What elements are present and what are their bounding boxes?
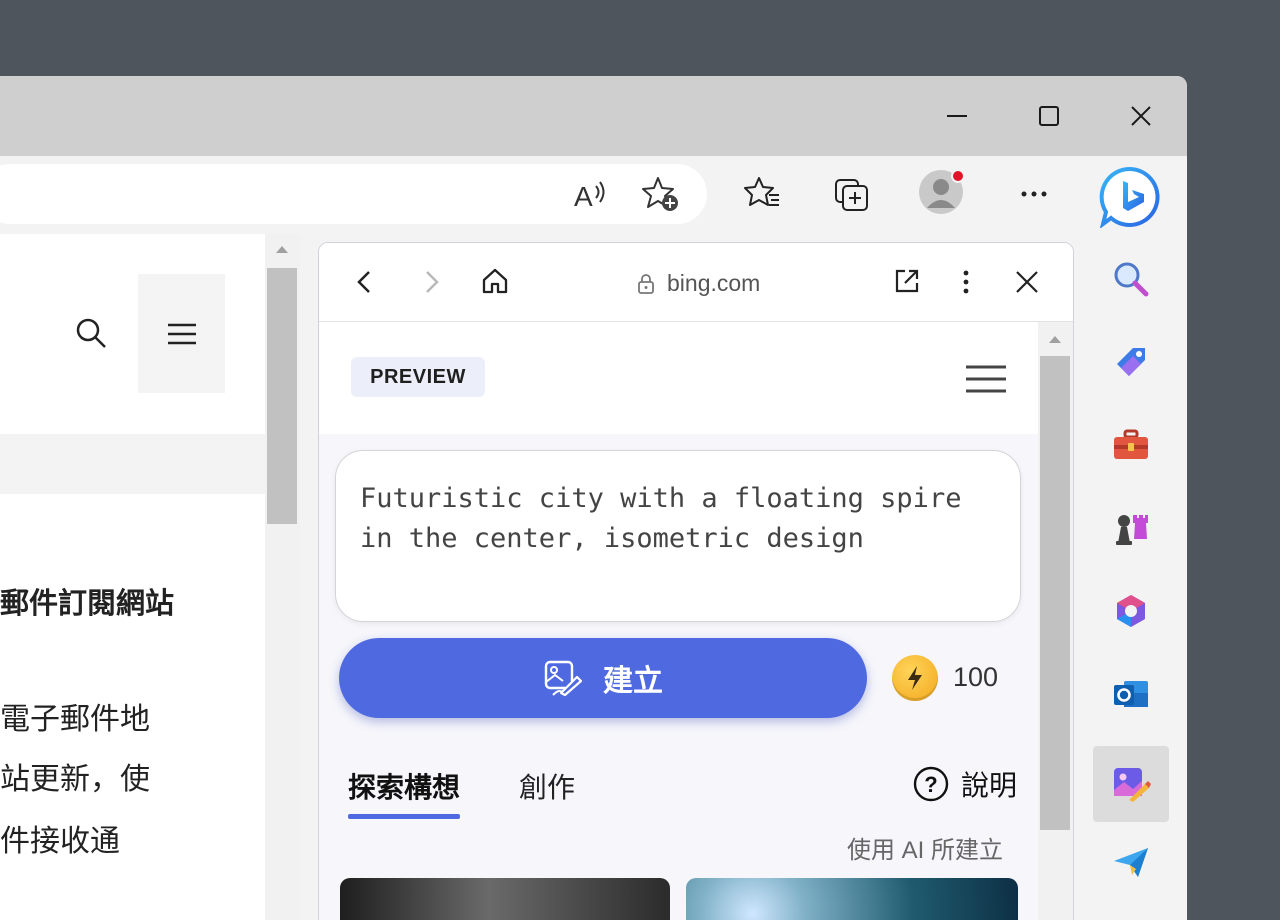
chevron-right-icon — [426, 271, 439, 293]
read-aloud-button[interactable]: A — [568, 172, 612, 216]
favorites-button[interactable] — [741, 172, 785, 216]
tag-icon — [1117, 348, 1145, 376]
collections-button[interactable] — [830, 172, 874, 216]
chevron-left-icon — [357, 271, 370, 293]
panel-url: bing.com — [637, 270, 760, 297]
panel-home-button[interactable] — [480, 266, 510, 301]
boost-coin[interactable] — [892, 655, 938, 701]
svg-text:?: ? — [924, 772, 937, 797]
page-banner-strip — [0, 434, 265, 494]
sidebar-item-image-creator[interactable] — [1093, 746, 1169, 822]
lightning-icon — [908, 666, 922, 690]
close-icon — [1131, 106, 1151, 126]
collections-icon — [835, 179, 868, 211]
home-icon — [482, 268, 508, 294]
more-menu-button[interactable] — [1012, 172, 1056, 216]
profile-button[interactable] — [919, 169, 963, 214]
page-search-button[interactable] — [74, 316, 108, 355]
favorites-icon — [744, 177, 779, 206]
maximize-icon — [1039, 106, 1059, 126]
tab-explore-ideas[interactable]: 探索構想 — [348, 766, 460, 806]
page-text-line: 站更新，使 — [0, 763, 150, 796]
open-in-new-tab-button[interactable] — [893, 267, 921, 300]
sidebar-item-outlook[interactable] — [1108, 671, 1154, 717]
ellipsis-icon — [1021, 191, 1047, 197]
close-window-button[interactable] — [1121, 96, 1161, 136]
panel-url-text: bing.com — [667, 270, 761, 296]
read-aloud-icon: A — [574, 181, 605, 210]
panel-toolbar: bing.com — [319, 243, 1073, 322]
sidebar-item-games[interactable] — [1108, 505, 1154, 551]
chess-icon — [1116, 515, 1148, 545]
web-page: 郵件訂閱網站 電子郵件地 站更新，使 件接收通 — [0, 234, 265, 920]
page-text-line: 件接收通 — [0, 825, 120, 858]
page-text-line: 電子郵件地 — [0, 703, 150, 736]
star-add-icon — [642, 177, 678, 211]
hamburger-icon — [167, 323, 196, 344]
content-header: PREVIEW — [319, 322, 1038, 434]
sidebar-item-drop[interactable] — [1108, 839, 1154, 885]
tab-creations[interactable]: 創作 — [519, 766, 575, 806]
sidebar-panel: bing.com PREVIEW Futuristic city with a … — [318, 242, 1074, 920]
outlook-icon — [1114, 681, 1148, 707]
create-button-label: 建立 — [603, 665, 663, 698]
svg-text:A: A — [574, 181, 593, 210]
panel-close-button[interactable] — [1015, 270, 1039, 299]
scroll-up-arrow-icon[interactable] — [275, 244, 289, 254]
maximize-button[interactable] — [1029, 96, 1069, 136]
sidebar-item-tools[interactable] — [1108, 422, 1154, 468]
vertical-ellipsis-icon — [963, 270, 969, 294]
panel-more-button[interactable] — [962, 269, 970, 300]
image-creator-content: PREVIEW Futuristic city with a floating … — [319, 322, 1038, 920]
add-favorite-button[interactable] — [639, 172, 683, 216]
panel-forward-button[interactable] — [419, 269, 443, 300]
toolbox-icon — [1114, 429, 1148, 459]
sidebar-item-search[interactable] — [1108, 256, 1154, 302]
create-button[interactable]: 建立 — [339, 638, 867, 718]
help-button[interactable]: ? 說明 — [913, 764, 1017, 804]
hamburger-icon — [966, 365, 1006, 393]
gallery-image[interactable] — [340, 878, 670, 920]
title-bar — [0, 76, 1187, 156]
active-tab-indicator — [348, 814, 460, 819]
lock-icon — [638, 273, 654, 294]
panel-scrollbar[interactable] — [1038, 322, 1073, 920]
close-icon — [1016, 271, 1038, 293]
minimize-button[interactable] — [937, 96, 977, 136]
browser-toolbar: A — [0, 156, 1187, 234]
boost-count: 100 — [953, 662, 999, 692]
image-creator-icon — [1114, 768, 1151, 802]
image-create-icon — [544, 660, 583, 697]
panel-back-button[interactable] — [353, 269, 377, 300]
page-menu-button[interactable] — [138, 274, 225, 393]
help-label: 說明 — [961, 770, 1018, 801]
open-external-icon — [895, 269, 919, 293]
copilot-button[interactable] — [1099, 166, 1161, 228]
page-scroll-thumb[interactable] — [267, 268, 297, 524]
content-menu-button[interactable] — [965, 364, 1007, 401]
sidebar-item-office[interactable] — [1108, 588, 1154, 634]
avatar-icon — [919, 169, 963, 214]
help-icon: ? — [913, 766, 949, 802]
page-scrollbar[interactable] — [265, 234, 300, 920]
page-heading: 郵件訂閱網站 — [0, 588, 175, 620]
prompt-input[interactable]: Futuristic city with a floating spire in… — [335, 450, 1021, 622]
scroll-up-arrow-icon[interactable] — [1048, 334, 1062, 344]
office-icon — [1117, 595, 1145, 627]
search-icon — [1114, 262, 1149, 297]
gallery-image[interactable] — [686, 878, 1018, 920]
browser-window: A 郵件訂閱網站 電子郵件地 站更新，使 件接收通 bing.com PREVI… — [0, 76, 1187, 920]
bing-chat-icon — [1099, 166, 1160, 228]
panel-scroll-thumb[interactable] — [1040, 356, 1070, 830]
send-icon — [1114, 848, 1148, 877]
minimize-icon — [947, 115, 967, 117]
edge-sidebar — [1092, 234, 1170, 920]
preview-badge: PREVIEW — [351, 357, 485, 397]
sidebar-item-shopping[interactable] — [1108, 339, 1154, 385]
search-icon — [76, 318, 106, 348]
ai-caption: 使用 AI 所建立 — [847, 837, 1004, 864]
